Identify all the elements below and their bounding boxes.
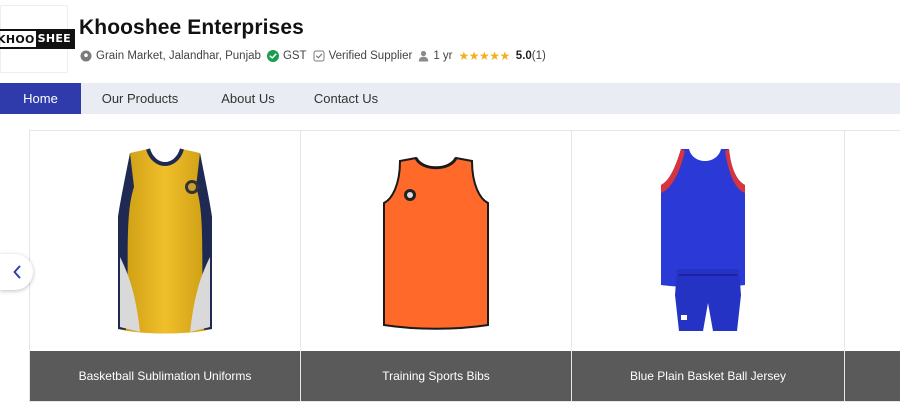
chevron-left-icon — [13, 265, 20, 279]
product-title[interactable]: Training Sports Bibs — [301, 351, 571, 401]
product-card-partial[interactable] — [844, 130, 900, 402]
logo-text-right: SHEE — [35, 31, 73, 47]
check-circle-icon — [266, 50, 279, 62]
location-text: Grain Market, Jalandhar, Punjab — [96, 50, 261, 62]
product-image[interactable] — [572, 131, 844, 353]
product-image[interactable] — [30, 131, 300, 353]
person-icon — [419, 50, 429, 62]
nav-our-products[interactable]: Our Products — [81, 83, 199, 114]
verified-text: Verified Supplier — [328, 50, 413, 62]
nav-about-us[interactable]: About Us — [199, 83, 297, 114]
tenure-text: 1 yr — [433, 50, 453, 62]
product-carousel: Basketball Sublimation Uniforms Training… — [0, 130, 900, 405]
product-image[interactable] — [301, 131, 571, 353]
verified-badge-icon — [313, 50, 325, 62]
rating-stars: ★★★★★ — [458, 49, 511, 63]
product-title-partial[interactable] — [845, 351, 900, 401]
rating-value: 5.0 — [515, 50, 532, 62]
yellow-basketball-jersey-image — [118, 148, 212, 334]
nav-home[interactable]: Home — [0, 83, 81, 114]
company-name[interactable]: Khooshee Enterprises — [79, 16, 304, 40]
logo-wordmark: KHOO SHEE — [0, 29, 75, 49]
supplier-header: KHOO SHEE Khooshee Enterprises Grain Mar… — [0, 0, 900, 83]
gst-badge[interactable]: GST — [266, 50, 307, 62]
gst-text: GST — [282, 50, 307, 62]
member-tenure: 1 yr — [418, 50, 453, 62]
map-pin-icon — [80, 50, 92, 62]
company-logo[interactable]: KHOO SHEE — [0, 5, 75, 73]
logo-text-left: KHOO — [0, 32, 35, 46]
location: Grain Market, Jalandhar, Punjab — [80, 50, 261, 62]
nav-contact-us[interactable]: Contact Us — [297, 83, 395, 114]
product-title[interactable]: Basketball Sublimation Uniforms — [30, 351, 300, 401]
blue-basketball-jersey-image — [661, 148, 745, 331]
product-image[interactable] — [845, 131, 900, 353]
orange-sports-bib-image — [383, 156, 489, 330]
product-card[interactable]: Blue Plain Basket Ball Jersey — [571, 130, 845, 402]
main-nav: Home Our Products About Us Contact Us — [0, 83, 900, 114]
product-card[interactable]: Training Sports Bibs — [300, 130, 572, 402]
company-meta: Grain Market, Jalandhar, Punjab GST Veri… — [80, 48, 546, 64]
verified-supplier[interactable]: Verified Supplier — [313, 50, 413, 62]
product-card[interactable]: Basketball Sublimation Uniforms — [29, 130, 301, 402]
product-title[interactable]: Blue Plain Basket Ball Jersey — [572, 351, 844, 401]
rating-count[interactable]: (1) — [532, 50, 546, 62]
